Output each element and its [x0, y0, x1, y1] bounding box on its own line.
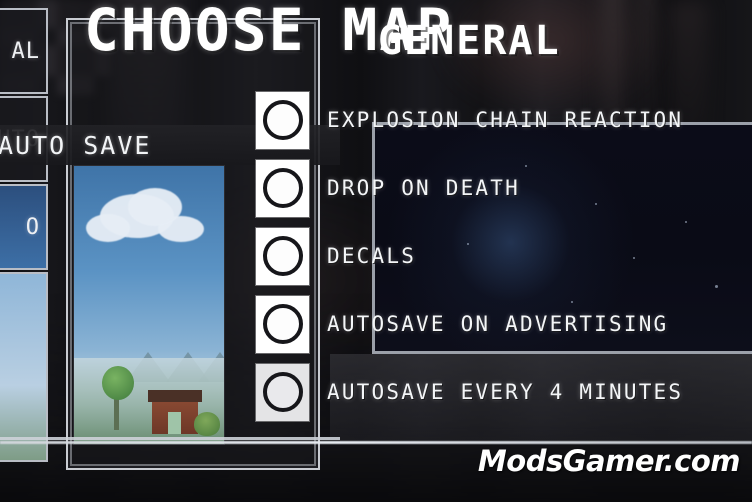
cloud-icon	[86, 214, 130, 242]
watermark: ModsGamer.com	[477, 444, 741, 478]
page-title-general: GENERAL	[378, 18, 561, 64]
option-row-drop-on-death[interactable]: DROP ON DEATH	[256, 154, 726, 222]
checkbox-autosave-on-advertising[interactable]	[256, 295, 309, 353]
sidebar-item-label: AL	[11, 38, 40, 64]
tree-icon	[102, 366, 134, 400]
option-row-explosion-chain-reaction[interactable]: EXPLOSION CHAIN REACTION	[256, 86, 726, 154]
sidebar-item-general[interactable]: AL	[0, 8, 48, 94]
sidebar-item-label: O	[25, 214, 40, 240]
radio-circle-icon	[262, 372, 303, 412]
option-row-autosave-on-advertising[interactable]: AUTOSAVE ON ADVERTISING	[256, 290, 726, 358]
option-label: AUTOSAVE EVERY 4 MINUTES	[327, 380, 684, 404]
option-label: DECALS	[327, 244, 417, 268]
checkbox-explosion-chain-reaction[interactable]	[256, 91, 309, 149]
radio-circle-icon	[262, 100, 303, 140]
option-label: DROP ON DEATH	[327, 176, 520, 200]
separator-line-left	[0, 437, 340, 440]
option-row-decals[interactable]: DECALS	[256, 222, 726, 290]
sidebar-item-map-blue[interactable]: O	[0, 184, 48, 270]
sidebar-item-map-sky[interactable]	[0, 272, 48, 462]
checkbox-drop-on-death[interactable]	[256, 159, 309, 217]
bush-icon	[194, 412, 220, 436]
option-label: AUTOSAVE ON ADVERTISING	[327, 312, 669, 336]
checkbox-decals[interactable]	[256, 227, 309, 285]
radio-circle-icon	[262, 236, 303, 276]
cloud-icon	[128, 188, 182, 226]
autosave-header-label: AUTO SAVE	[0, 130, 152, 160]
radio-circle-icon	[262, 168, 303, 208]
game-settings-screen: AL AUTO O AUTO SAVE CHOOSE MAP GEN	[0, 0, 752, 502]
options-list: EXPLOSION CHAIN REACTION DROP ON DEATH D…	[256, 86, 726, 426]
sidebar: AL AUTO O	[0, 8, 48, 488]
house-roof	[148, 390, 202, 402]
option-row-autosave-every-4-minutes[interactable]: AUTOSAVE EVERY 4 MINUTES	[256, 358, 726, 426]
checkbox-autosave-every-4-minutes[interactable]	[256, 363, 309, 421]
option-label: EXPLOSION CHAIN REACTION	[327, 108, 684, 132]
radio-circle-icon	[262, 304, 303, 344]
house-door	[168, 412, 181, 434]
map-preview-sky[interactable]	[73, 165, 225, 445]
